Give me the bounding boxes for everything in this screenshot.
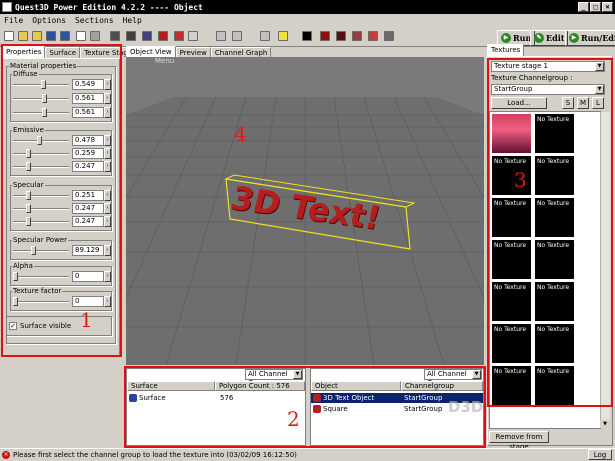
object-viewport[interactable]: Menu 3D Text! — [126, 57, 484, 365]
app-icon — [2, 2, 12, 12]
menu-bar: File Options Sections Help — [0, 14, 615, 27]
menu-options[interactable]: Options — [32, 16, 66, 25]
object-icon[interactable] — [158, 31, 168, 41]
annotation-box-2 — [124, 366, 486, 448]
template-icon[interactable] — [174, 31, 184, 41]
annotation-label-1: 1 — [80, 308, 93, 332]
title-bar: Quest3D Power Edition 4.2.2 ---- Object … — [0, 0, 615, 14]
save-icon[interactable] — [46, 31, 56, 41]
run-edit-icon: ▶ — [569, 33, 579, 43]
scroll-down-icon[interactable]: ▼ — [600, 420, 610, 428]
run-edit-button[interactable]: ▶Run/Edit — [565, 30, 615, 46]
status-bar: × Please first select the channel group … — [0, 448, 615, 461]
grid-icon[interactable] — [260, 31, 270, 41]
menu-sections[interactable]: Sections — [75, 16, 114, 25]
cube-texture-icon[interactable] — [368, 31, 378, 41]
window-title: Quest3D Power Edition 4.2.2 ---- Object — [15, 2, 203, 12]
tab-textures[interactable]: Textures — [487, 44, 525, 56]
menu-file[interactable]: File — [4, 16, 23, 25]
menu-help[interactable]: Help — [123, 16, 142, 25]
channel-icon[interactable] — [110, 31, 120, 41]
viewport-menu[interactable]: Menu — [155, 57, 174, 65]
cube-black-icon[interactable] — [302, 31, 312, 41]
new-file-icon[interactable] — [4, 31, 14, 41]
cube-red-icon[interactable] — [320, 31, 330, 41]
annotation-box-1 — [1, 44, 122, 357]
group-icon[interactable] — [142, 31, 152, 41]
annotation-label-4: 4 — [234, 122, 247, 146]
save-as-icon[interactable] — [60, 31, 70, 41]
edit-button[interactable]: ✎ Edit — [530, 30, 569, 46]
edit-icon: ✎ — [534, 33, 544, 43]
open-folder-icon[interactable] — [18, 31, 28, 41]
maximize-button[interactable]: □ — [590, 2, 601, 12]
status-message: Please first select the channel group to… — [13, 451, 297, 459]
network-icon[interactable] — [188, 31, 198, 41]
close-button[interactable]: × — [602, 2, 613, 12]
annotation-label-2: 2 — [287, 407, 300, 431]
properties-icon[interactable] — [76, 31, 86, 41]
link-icon[interactable] — [126, 31, 136, 41]
error-icon: × — [2, 451, 10, 459]
cube-dark-icon[interactable] — [336, 31, 346, 41]
camera-icon[interactable] — [384, 31, 394, 41]
right-tabs: Textures — [487, 44, 525, 56]
redo-icon[interactable] — [232, 31, 242, 41]
open-icon[interactable] — [32, 31, 42, 41]
light-icon[interactable] — [278, 31, 288, 41]
cube-wire-icon[interactable] — [352, 31, 362, 41]
remove-from-stage-button[interactable]: Remove from stage — [489, 431, 549, 451]
log-button[interactable]: Log — [588, 449, 612, 460]
annotation-label-3: 3 — [514, 168, 527, 192]
cut-icon[interactable] — [90, 31, 100, 41]
minimize-button[interactable]: _ — [578, 2, 589, 12]
undo-icon[interactable] — [216, 31, 226, 41]
annotation-box-3 — [487, 58, 613, 407]
run-icon: ▶ — [501, 33, 511, 43]
